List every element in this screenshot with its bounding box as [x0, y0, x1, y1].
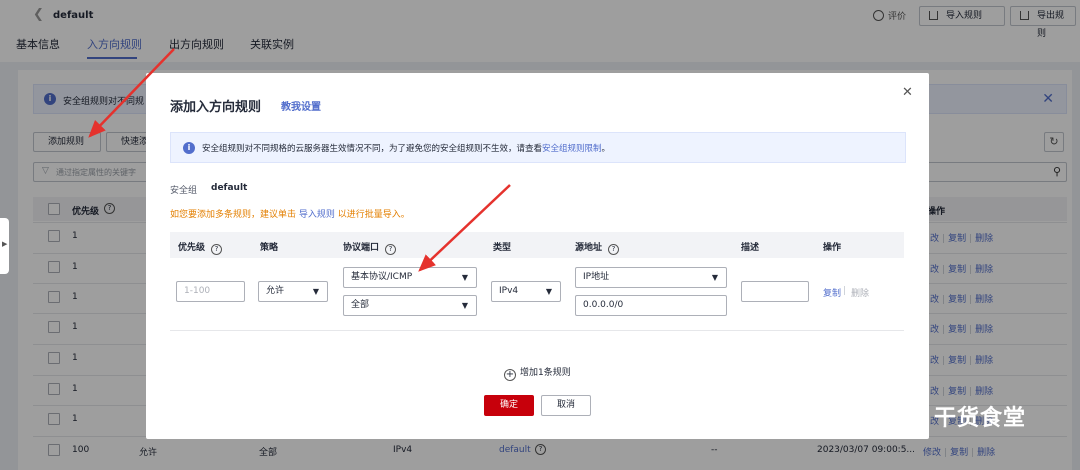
arrow-to-add-rule: [88, 48, 175, 138]
wechat-icon: [898, 406, 927, 428]
watermark-text: 干货食堂: [934, 406, 1027, 431]
arrow-to-protocol: [418, 184, 511, 272]
annotation-arrows: [88, 48, 511, 272]
